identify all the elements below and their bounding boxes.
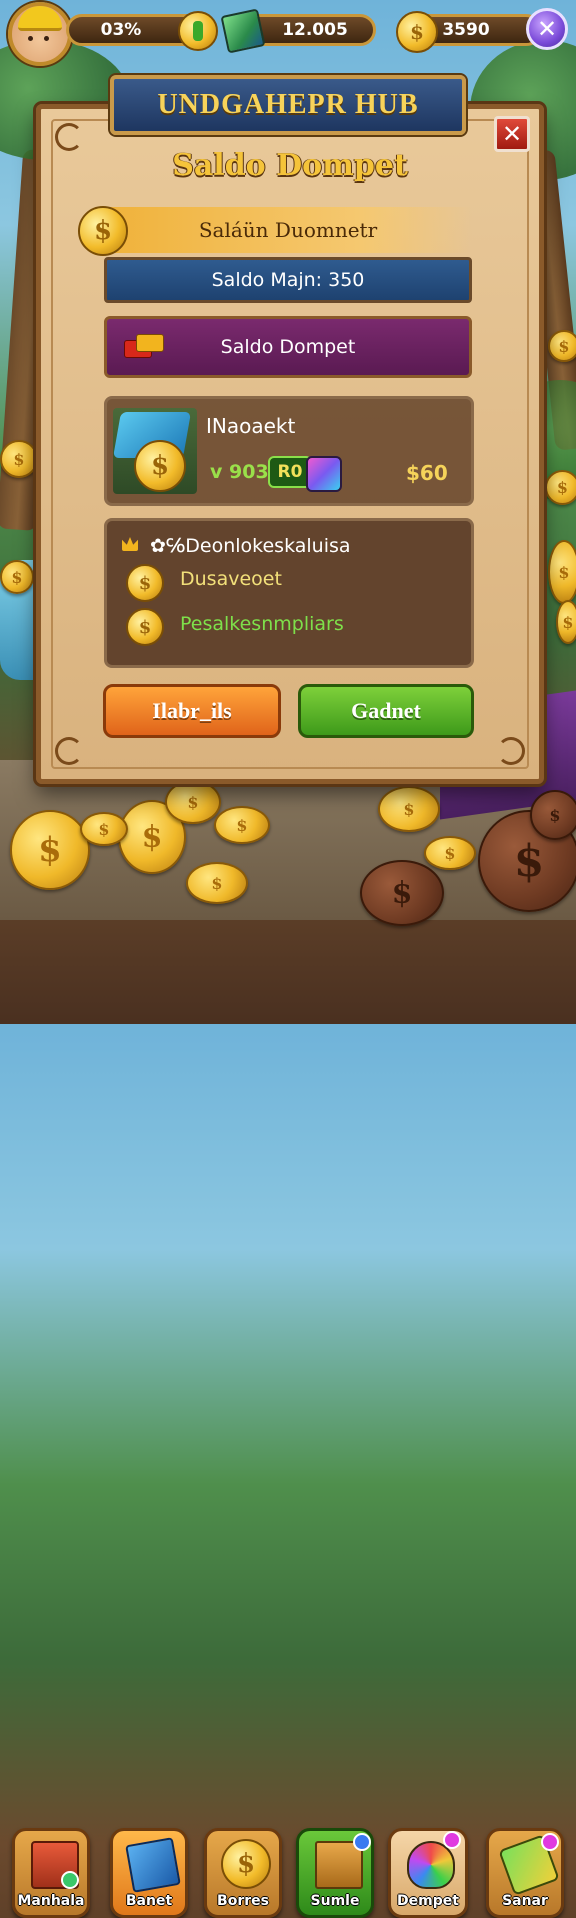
details-heading: ✿℅Deonlokeskaluisa [150,535,351,557]
dollar-coin-icon: $ [396,11,438,53]
orange-action-label: Ilabr_ils [152,698,232,723]
nav-label: Sumle [310,1893,360,1909]
stat-gems-value: 12.005 [282,20,348,40]
item-stat-badge-text: R0 [277,462,303,482]
gold-bars-icon [124,334,164,358]
green-coin-icon[interactable] [178,11,218,51]
panel-title: Saldo Dompet [172,148,408,183]
item-name: INaoaekt [206,414,296,438]
notification-dot [353,1833,371,1851]
notification-dot [61,1871,79,1889]
book-icon [125,1837,181,1893]
player-avatar[interactable] [8,2,72,66]
corner-ornament-icon [55,123,83,151]
nav-button-borres[interactable]: $ Borres [204,1828,282,1918]
nav-label: Manhala [17,1893,85,1909]
dollar-coin-icon: $ [126,564,164,602]
close-icon: ✕ [501,120,523,148]
subtitle-text: Saláün Duomnetr [198,218,378,242]
item-price: $60 [406,461,448,485]
coin-icon: $ [165,780,221,824]
nav-button-dempet[interactable]: Dempet [388,1828,468,1918]
main-balance-text: Saldo Majn: 350 [211,269,365,291]
coin-icon: $ [530,790,576,840]
corner-ornament-icon [55,737,83,765]
item-stat-left: ᴠ 903 [210,461,269,483]
helmet-icon [18,6,62,31]
wallet-balance-text: Saldo Dompet [220,336,356,358]
coin-icon: $ [186,862,248,904]
dollar-coin-icon: $ [221,1839,271,1889]
coin-icon: $ [10,810,90,890]
corner-ornament-icon [497,737,525,765]
orange-action-button[interactable]: Ilabr_ils [103,684,281,738]
coin-icon: $ [378,786,440,832]
coin-icon: $ [214,806,270,844]
nav-label: Dempet [397,1893,459,1909]
coin-icon: $ [0,560,34,594]
nav-label: Banet [125,1893,173,1909]
nav-button-banet[interactable]: Banet [110,1828,188,1918]
coin-icon: $ [548,330,576,362]
hub-banner-title: UNDGAHEPR HUB [157,89,419,120]
stat-coins-value: 3590 [442,20,490,40]
dollar-coin-icon: $ [126,608,164,646]
coin-icon: $ [556,600,576,644]
notification-dot [541,1833,559,1851]
notification-dot [443,1831,461,1849]
coin-icon: $ [80,812,128,846]
details-row1: Dusaveoet [180,568,282,590]
bottom-nav: Manhala Banet $ Borres Sumle Dempet Sana… [0,912,576,1918]
hub-banner: UNDGAHEPR HUB [110,75,466,135]
stat-percent-value: 03% [100,20,142,40]
nav-label: Borres [217,1893,269,1909]
nav-button-sanar[interactable]: Sanar [486,1828,564,1918]
dollar-coin-icon: $ [134,440,186,492]
coin-icon: $ [548,540,576,604]
main-balance-bar: Saldo Majn: 350 [104,257,472,303]
coin-icon: $ [0,440,38,478]
dollar-coin-icon: $ [78,206,128,256]
close-panel-button[interactable]: ✕ [494,116,530,152]
green-action-button[interactable]: Gadnet [298,684,474,738]
nav-button-sumle[interactable]: Sumle [296,1828,374,1918]
coin-icon: $ [545,470,576,505]
nav-button-manhala[interactable]: Manhala [12,1828,90,1918]
green-action-label: Gadnet [351,698,421,723]
avatar-eye [44,36,49,41]
rainbow-gem-icon [306,456,342,492]
avatar-eye [28,36,33,41]
nav-label: Sanar [502,1893,548,1909]
close-icon[interactable]: ✕ [526,8,568,50]
subtitle-bar: Saláün Duomnetr [104,207,472,253]
green-gem-icon [220,8,266,54]
top-status-bar: 03% 12.005 3590 $ ✕ [0,0,576,66]
details-row2: Pesalkesnmpliars [180,613,344,635]
